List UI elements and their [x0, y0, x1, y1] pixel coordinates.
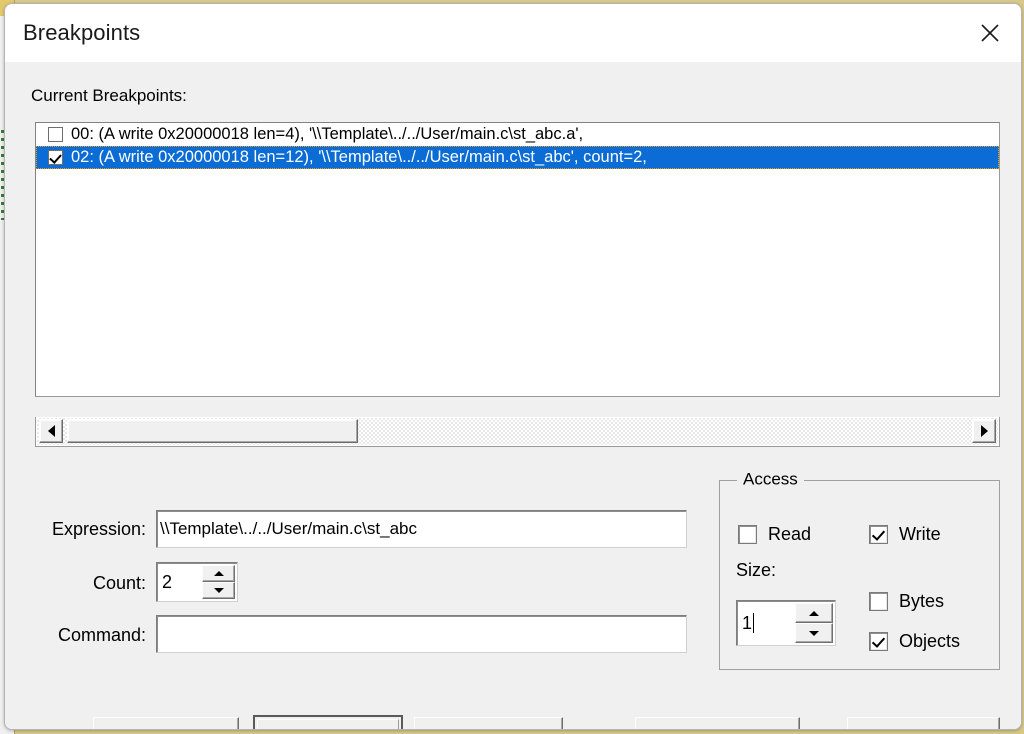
list-item-label: 00: (A write 0x20000018 len=4), '\\Templ…	[71, 125, 584, 143]
access-group-title: Access	[737, 469, 804, 490]
command-label: Command:	[57, 625, 146, 645]
checkbox-checked-icon[interactable]	[869, 525, 888, 544]
expression-value: \\Template\../../User/main.c\st_abc	[160, 519, 417, 538]
command-input[interactable]	[156, 615, 687, 653]
count-stepper[interactable]: 2	[156, 562, 238, 602]
checkbox-checked-icon[interactable]	[869, 632, 888, 651]
list-item[interactable]: 02: (A write 0x20000018 len=12), '\\Temp…	[36, 146, 999, 169]
close-icon[interactable]	[959, 4, 1021, 61]
read-label: Read	[768, 524, 812, 544]
title-bar: Breakpoints	[5, 4, 1021, 62]
scrollbar-thumb[interactable]	[67, 419, 358, 443]
expression-input[interactable]: \\Template\../../User/main.c\st_abc	[156, 510, 687, 548]
current-breakpoints-label: Current Breakpoints:	[31, 86, 187, 105]
kill-selected-label: Kill Selected	[257, 719, 399, 729]
arrow-right-icon[interactable]	[972, 419, 996, 443]
list-item[interactable]: 00: (A write 0x20000018 len=4), '\\Templ…	[36, 123, 999, 146]
breakpoints-list[interactable]: 00: (A write 0x20000018 len=4), '\\Templ…	[35, 122, 1000, 397]
arrow-left-icon[interactable]	[39, 419, 63, 443]
size-stepper[interactable]: 1	[736, 600, 836, 646]
size-decrement-icon[interactable]	[795, 623, 833, 643]
checkbox-icon[interactable]	[869, 592, 888, 611]
list-horizontal-scrollbar[interactable]	[35, 417, 1000, 447]
breakpoint-enable-checkbox[interactable]	[48, 150, 63, 165]
dialog-body: Current Breakpoints: 00: (A write 0x2000…	[5, 62, 1021, 729]
count-decrement-icon[interactable]	[202, 582, 235, 599]
size-value-wrap[interactable]: 1	[739, 603, 795, 643]
breakpoint-enable-checkbox[interactable]	[48, 127, 63, 142]
list-item-label: 02: (A write 0x20000018 len=12), '\\Temp…	[71, 148, 647, 166]
read-checkbox[interactable]: Read	[738, 524, 811, 545]
count-label: Count:	[92, 573, 146, 593]
count-increment-icon[interactable]	[202, 565, 235, 582]
help-button[interactable]: Help	[847, 717, 1000, 729]
breakpoints-dialog: Breakpoints Current Breakpoints: 00: (A …	[4, 3, 1022, 730]
size-label: Size:	[736, 560, 777, 580]
bytes-label: Bytes	[899, 591, 945, 611]
kill-all-button[interactable]: Kill All	[414, 717, 563, 729]
bytes-checkbox[interactable]: Bytes	[869, 591, 944, 612]
kill-selected-button[interactable]: Kill Selected	[253, 715, 403, 729]
write-checkbox[interactable]: Write	[869, 524, 941, 545]
count-value[interactable]: 2	[159, 565, 202, 599]
page-title: Breakpoints	[23, 20, 141, 45]
text-caret	[753, 613, 755, 633]
checkbox-icon[interactable]	[738, 525, 757, 544]
expression-label: Expression:	[51, 519, 146, 539]
objects-checkbox[interactable]: Objects	[869, 631, 960, 652]
objects-label: Objects	[899, 631, 961, 651]
close-button[interactable]: Close	[635, 717, 800, 729]
size-value: 1	[742, 612, 753, 633]
define-button[interactable]: Define	[93, 717, 239, 729]
size-increment-icon[interactable]	[795, 603, 833, 623]
write-label: Write	[899, 524, 941, 544]
